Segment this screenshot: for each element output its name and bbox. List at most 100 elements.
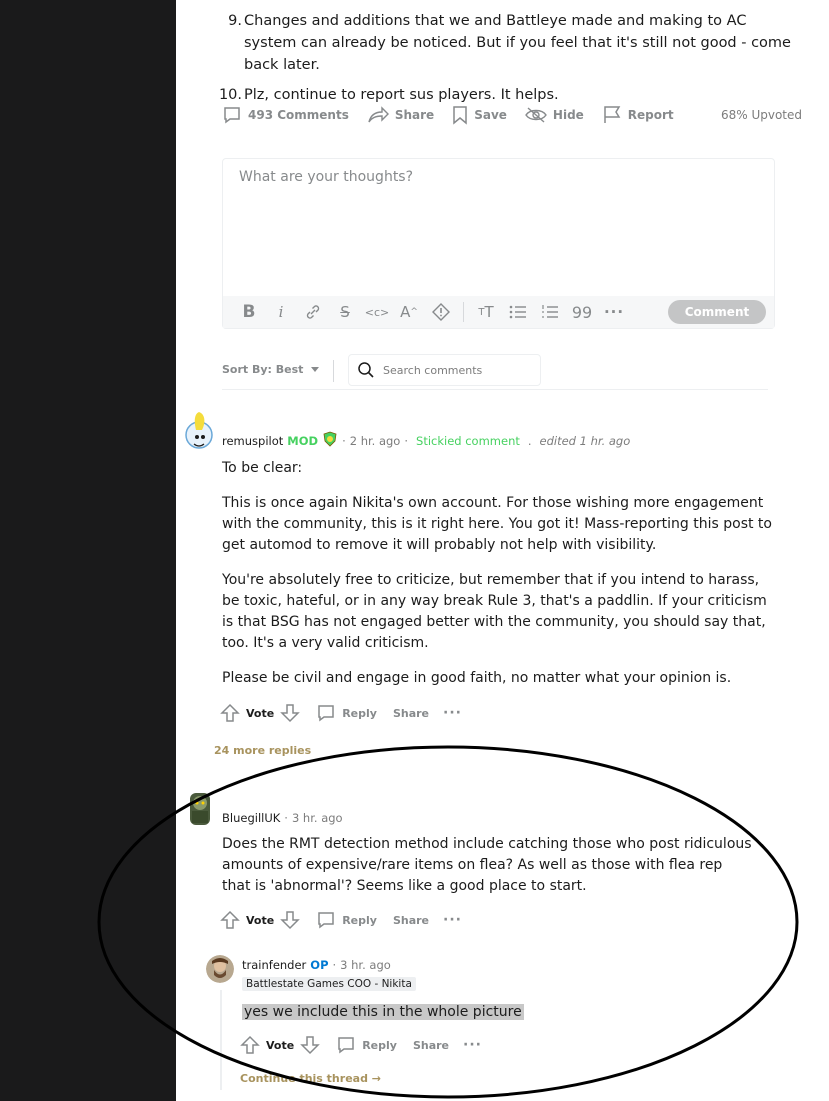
- more-icon[interactable]: ···: [598, 300, 630, 324]
- comment-body: To be clear: This is once again Nikita's…: [222, 458, 772, 703]
- comment-time[interactable]: 3 hr. ago: [340, 958, 391, 972]
- comment-input[interactable]: [223, 159, 774, 297]
- page-right-edge: [814, 0, 829, 1101]
- editor-toolbar: B i S <c> A ^ TT 99 ··· Comment: [223, 296, 774, 328]
- separator-dot: ·: [404, 433, 409, 448]
- comments-button[interactable]: 493 Comments: [222, 105, 349, 125]
- post-page: 9. Changes and additions that we and Bat…: [176, 0, 814, 1101]
- reply-button[interactable]: Reply: [316, 703, 377, 723]
- comment-actions: Vote Reply Share ···: [240, 1035, 482, 1055]
- comment-paragraph: To be clear:: [222, 460, 303, 476]
- link-icon[interactable]: [297, 300, 329, 324]
- sort-dropdown[interactable]: Sort By: Best: [222, 363, 320, 376]
- heading-icon[interactable]: TT: [470, 300, 502, 324]
- caret-down-icon: [311, 367, 320, 372]
- downvote-icon[interactable]: [280, 703, 300, 723]
- search-placeholder: Search comments: [383, 363, 483, 377]
- comment-body: Does the RMT detection method include ca…: [222, 834, 752, 911]
- share-button[interactable]: Share: [367, 105, 434, 125]
- comment-username[interactable]: trainfender: [242, 958, 306, 972]
- search-comments-field[interactable]: Search comments: [348, 354, 541, 386]
- hide-label: Hide: [552, 108, 584, 122]
- share-button[interactable]: Share: [413, 1039, 449, 1052]
- share-button[interactable]: Share: [393, 707, 429, 720]
- bulleted-list-icon[interactable]: [502, 300, 534, 324]
- comment-editor: B i S <c> A^ TT 99 ··· Comment: [222, 158, 775, 329]
- thread-line[interactable]: [220, 990, 222, 1090]
- quote-block-icon[interactable]: 99: [566, 300, 598, 324]
- hide-button[interactable]: Hide: [525, 106, 584, 124]
- share-label: Share: [412, 1038, 449, 1052]
- comments-count: 493 Comments: [248, 108, 349, 122]
- rule-text: Changes and additions that we and Battle…: [244, 13, 791, 73]
- italic-icon[interactable]: i: [265, 300, 297, 324]
- downvote-icon[interactable]: [280, 910, 300, 930]
- more-replies-link[interactable]: 24 more replies: [214, 744, 311, 757]
- comment-submit-button[interactable]: Comment: [668, 300, 766, 324]
- comment-actions: Vote Reply Share ···: [220, 910, 462, 930]
- op-badge: OP: [310, 958, 329, 972]
- comment-body: yes we include this in the whole picture: [242, 1002, 742, 1023]
- comment-icon: [338, 1037, 354, 1054]
- save-button[interactable]: Save: [452, 105, 507, 125]
- toolbar-divider: [463, 302, 464, 322]
- vote-label: Vote: [266, 1038, 295, 1052]
- spoiler-icon[interactable]: [425, 300, 457, 324]
- comment-icon: [318, 705, 334, 722]
- downvote-icon[interactable]: [300, 1035, 320, 1055]
- post-rules-list: 9. Changes and additions that we and Bat…: [219, 10, 802, 114]
- more-options-icon[interactable]: ···: [463, 1037, 482, 1053]
- share-icon: [368, 106, 389, 123]
- reply-button[interactable]: Reply: [316, 910, 377, 930]
- upvote-icon[interactable]: [240, 1035, 260, 1055]
- eye-slash-icon: [525, 107, 547, 123]
- vote-label: Vote: [246, 913, 275, 927]
- sort-label: Sort By: Best: [222, 363, 304, 376]
- upvote-icon[interactable]: [220, 703, 240, 723]
- vote-label: Vote: [246, 706, 275, 720]
- continue-thread-link[interactable]: Continue this thread →: [240, 1072, 381, 1085]
- inline-code-icon[interactable]: <c>: [361, 300, 393, 324]
- comment-text-selected: yes we include this in the whole picture: [242, 1004, 524, 1020]
- numbered-list-icon[interactable]: [534, 300, 566, 324]
- reply-button[interactable]: Reply: [336, 1035, 397, 1055]
- comment-username[interactable]: BluegillUK: [222, 811, 280, 825]
- bold-icon[interactable]: B: [233, 300, 265, 324]
- bookmark-icon: [453, 106, 467, 125]
- comment-time[interactable]: 3 hr. ago: [292, 811, 343, 825]
- report-label: Report: [627, 108, 674, 122]
- edited-label: edited 1 hr. ago: [539, 433, 631, 448]
- comment-username[interactable]: remuspilot: [222, 434, 283, 448]
- strikethrough-icon[interactable]: S: [329, 300, 361, 324]
- post-action-bar: 493 Comments Share Save Hide Report 68% …: [222, 101, 802, 129]
- comment-paragraph: Does the RMT detection method include ca…: [222, 836, 752, 894]
- reply-label: Reply: [342, 706, 377, 720]
- comment-paragraph: This is once again Nikita's own account.…: [222, 495, 772, 553]
- comment-paragraph: Please be civil and engage in good faith…: [222, 670, 732, 686]
- avatar[interactable]: [186, 791, 214, 827]
- separator-dot: .: [527, 433, 532, 448]
- avatar[interactable]: [206, 955, 234, 983]
- comment-time[interactable]: 2 hr. ago: [350, 434, 401, 448]
- share-label: Share: [392, 913, 429, 927]
- share-label: Share: [392, 706, 429, 720]
- superscript-icon[interactable]: A ^: [393, 300, 425, 324]
- comment-icon: [224, 107, 240, 124]
- comment-meta: BluegillUK · 3 hr. ago: [222, 811, 343, 825]
- reply-label: Reply: [362, 1038, 397, 1052]
- report-button[interactable]: Report: [602, 105, 674, 125]
- rule-number: 9.: [228, 13, 242, 29]
- share-button[interactable]: Share: [393, 914, 429, 927]
- reply-label: Reply: [342, 913, 377, 927]
- separator-dot: ·: [342, 433, 346, 448]
- user-flair: Battlestate Games COO - Nikita: [242, 977, 416, 991]
- upvote-icon[interactable]: [220, 910, 240, 930]
- more-options-icon[interactable]: ···: [443, 705, 462, 721]
- avatar[interactable]: [184, 410, 214, 450]
- comment-meta: remuspilot MOD · 2 hr. ago · Stickied co…: [222, 431, 630, 450]
- upvote-ratio: 68% Upvoted: [720, 108, 802, 122]
- more-options-icon[interactable]: ···: [443, 912, 462, 928]
- comment-paragraph: You're absolutely free to criticize, but…: [222, 572, 767, 651]
- rule-item-9: 9. Changes and additions that we and Bat…: [222, 10, 802, 76]
- stickied-label: Stickied comment: [416, 433, 520, 448]
